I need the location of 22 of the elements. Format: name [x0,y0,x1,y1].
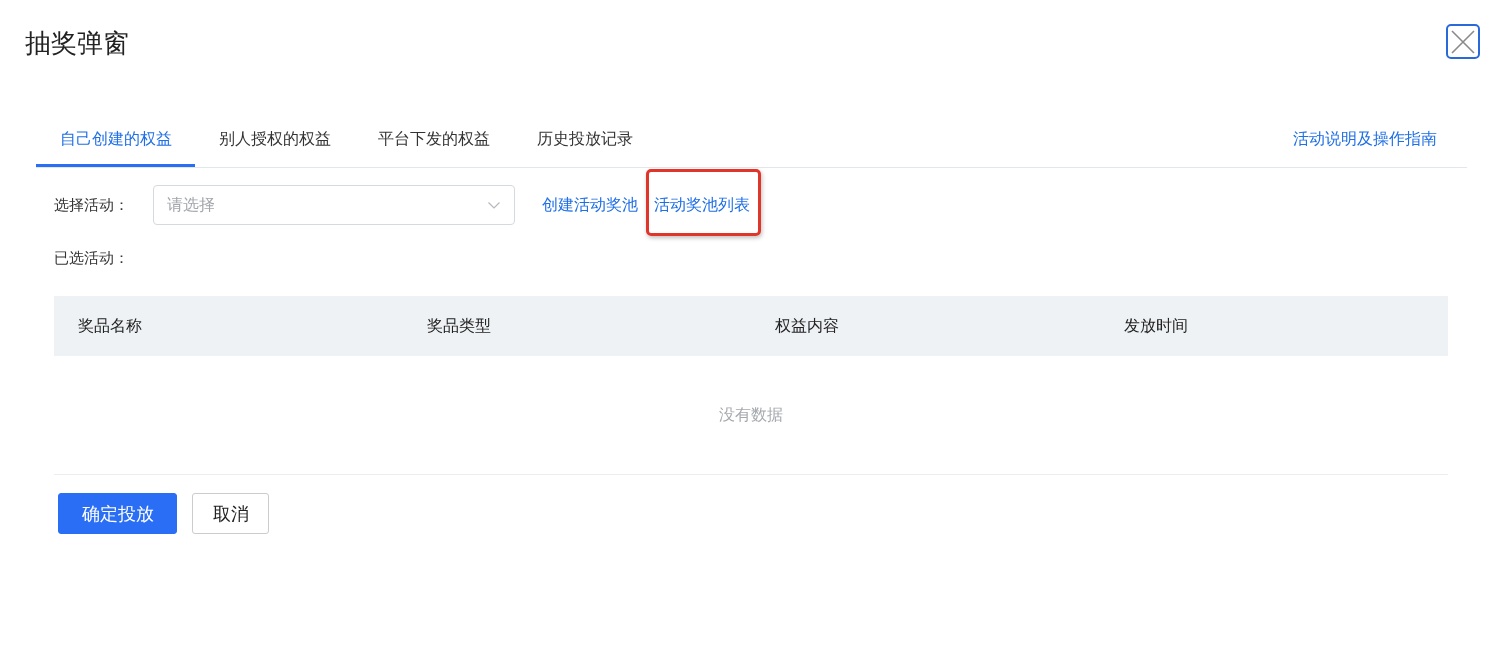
field-label: 已选活动： [54,249,129,266]
tab[interactable]: 平台下发的权益 [354,112,513,167]
column-header: 发放时间 [1123,317,1188,334]
column-header: 奖品名称 [78,317,142,334]
action-button[interactable]: 确定投放 [58,493,177,534]
help-link[interactable]: 活动说明及操作指南 [1293,128,1437,150]
tab[interactable]: 别人授权的权益 [195,112,354,167]
link[interactable]: 创建活动奖池 [542,195,638,215]
select-placeholder: 请选择 [167,195,215,215]
activity-select[interactable]: 请选择 [153,185,515,225]
link[interactable]: 活动奖池列表 [654,195,750,215]
action-button[interactable]: 取消 [192,493,269,534]
close-icon [1451,29,1475,54]
chevron-down-icon [488,201,500,209]
column-header: 奖品类型 [426,317,491,334]
empty-message: 没有数据 [719,405,783,425]
tab[interactable]: 自己创建的权益 [36,112,195,167]
column-header: 权益内容 [775,317,839,334]
close-button[interactable] [1446,24,1480,59]
tab[interactable]: 历史投放记录 [513,112,656,167]
dialog-title: 抽奖弹窗 [25,27,129,60]
field-label: 选择活动： [54,195,130,215]
